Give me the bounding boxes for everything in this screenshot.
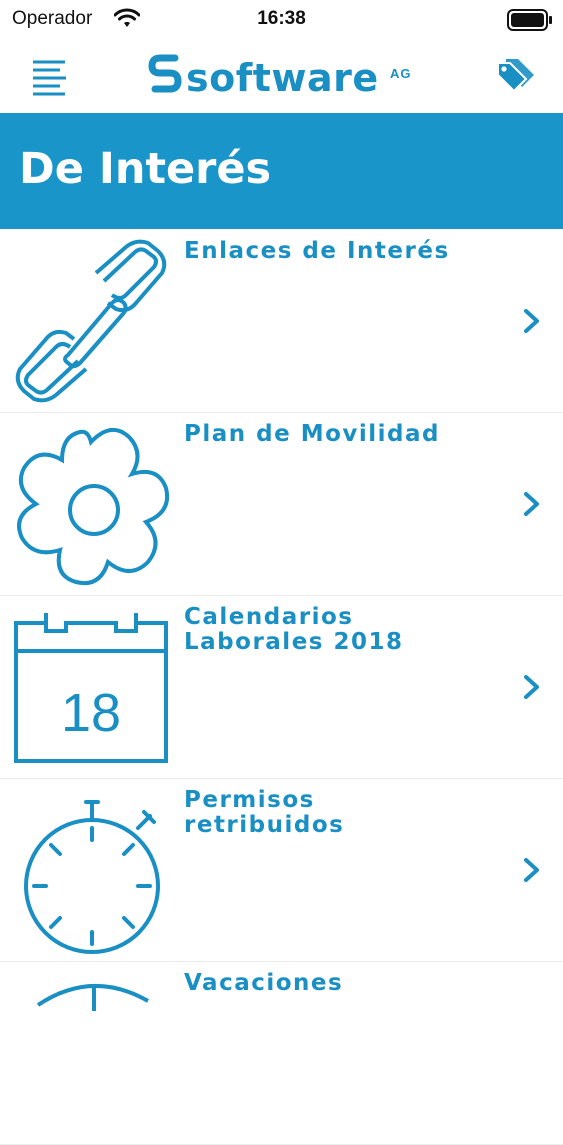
menu-icon[interactable] — [30, 58, 72, 96]
calendar-icon: 18 — [14, 613, 168, 763]
battery-icon — [507, 9, 552, 31]
flower-icon — [17, 428, 169, 585]
link-icon — [15, 239, 167, 403]
item-label: Vacaciones — [184, 970, 344, 996]
list-item-permisos[interactable]: Permisos retribuidos — [0, 778, 563, 962]
item-label: Permisos retribuidos — [184, 787, 345, 838]
page-title: De Interés — [19, 144, 272, 194]
list-item-vacaciones[interactable]: Vacaciones — [0, 961, 563, 1145]
vacation-icon — [36, 984, 149, 1011]
logo-s-mark — [148, 54, 182, 93]
list-item-calendarios[interactable]: 18 Calendarios Laborales 2018 — [0, 595, 563, 779]
chevron-right-icon — [524, 675, 539, 699]
page-header: De Interés — [0, 113, 563, 229]
item-label: Calendarios Laborales 2018 — [184, 604, 404, 655]
chevron-right-icon — [524, 492, 539, 516]
calendar-day-number: 18 — [61, 683, 121, 743]
item-label: Plan de Movilidad — [184, 421, 440, 447]
list-item-plan-movilidad[interactable]: Plan de Movilidad — [0, 412, 563, 596]
brand-name: software — [186, 56, 379, 100]
item-label: Enlaces de Interés — [184, 238, 450, 264]
chevron-right-icon — [524, 309, 539, 333]
nav-bar: software AG — [0, 40, 563, 113]
chevron-right-icon — [524, 858, 539, 882]
tags-icon[interactable] — [492, 55, 538, 95]
clock-time: 16:38 — [257, 8, 306, 29]
brand-suffix: AG — [390, 66, 412, 81]
list-item-enlaces[interactable]: Enlaces de Interés — [0, 229, 563, 413]
status-bar: Operador 16:38 — [0, 0, 563, 40]
stopwatch-icon — [24, 800, 160, 954]
